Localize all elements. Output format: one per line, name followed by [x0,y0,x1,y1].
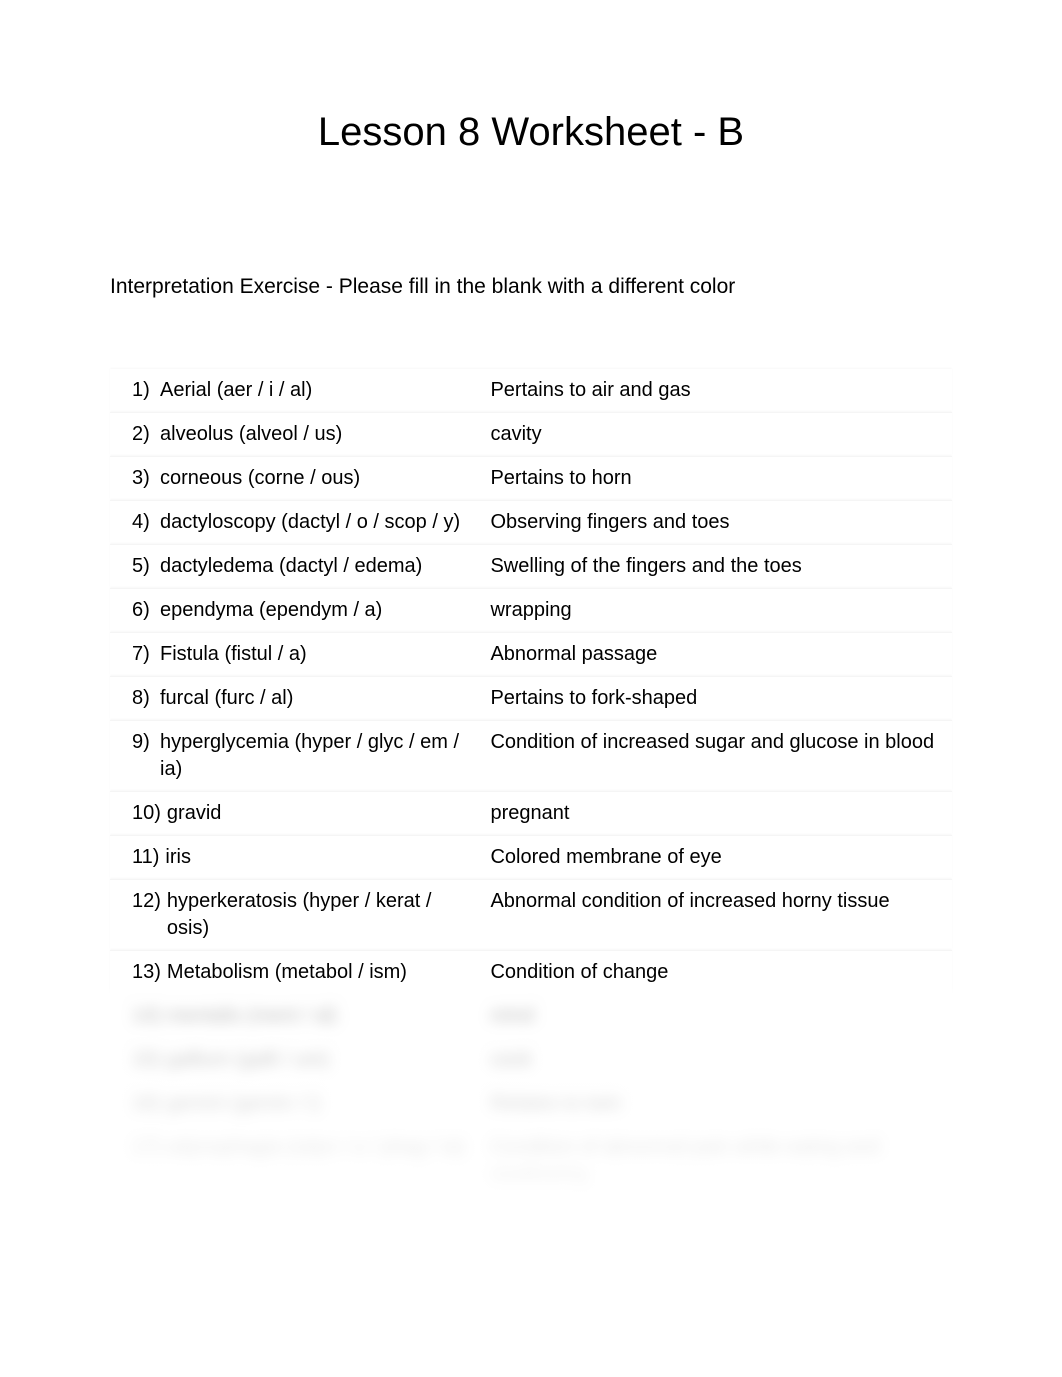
definition-cell: Condition of change [480,951,952,994]
table-row: 17)odynophagia (odyn / o / phag / ia)Con… [110,1126,952,1197]
table-row: 6)ependyma (ependym / a)wrapping [110,588,952,632]
definition-cell: wrapping [480,589,952,632]
table-row: 4)dactyloscopy (dactyl / o / scop / y)Ob… [110,500,952,544]
term-cell: 9)hyperglycemia (hyper / glyc / em / ia) [110,721,480,791]
term-text: gallium (galli / um) [167,1047,329,1074]
term-text: dactyloscopy (dactyl / o / scop / y) [160,509,460,536]
term-cell: 3)corneous (corne / ous) [110,457,480,500]
table-row: 13)Metabolism (metabol / ism)Condition o… [110,950,952,994]
table-row: 1)Aerial (aer / i / al)Pertains to air a… [110,369,952,412]
table-row: 5)dactyledema (dactyl / edema)Swelling o… [110,544,952,588]
table-row: 7)Fistula (fistul / a)Abnormal passage [110,632,952,676]
term-text: hyperkeratosis (hyper / kerat / osis) [167,888,471,942]
term-text: iris [165,844,191,871]
definition-cell: cock [480,1039,952,1082]
term-cell: 15)gallium (galli / um) [110,1039,480,1082]
definition-cell: pregnant [480,792,952,835]
term-cell: 11)iris [110,836,480,879]
blurred-preview-rows: 14)mentalis (ment / al)mind15)gallium (g… [110,994,952,1197]
table-row: 8)furcal (furc / al)Pertains to fork-sha… [110,676,952,720]
row-number: 13) [132,959,167,986]
term-cell: 17)odynophagia (odyn / o / phag / ia) [110,1127,480,1197]
row-number: 5) [132,553,160,580]
table-row: 12)hyperkeratosis (hyper / kerat / osis)… [110,879,952,950]
exercise-table: 1)Aerial (aer / i / al)Pertains to air a… [110,369,952,1197]
term-cell: 1)Aerial (aer / i / al) [110,369,480,412]
definition-cell: Pertains to air and gas [480,369,952,412]
row-number: 10) [132,800,167,827]
visible-rows: 1)Aerial (aer / i / al)Pertains to air a… [110,369,952,994]
instruction-text: Interpretation Exercise - Please fill in… [110,275,952,299]
term-cell: 8)furcal (furc / al) [110,677,480,720]
row-number: 16) [132,1091,167,1118]
row-number: 8) [132,685,160,712]
definition-cell: cavity [480,413,952,456]
table-row: 9)hyperglycemia (hyper / glyc / em / ia)… [110,720,952,791]
worksheet-page: Lesson 8 Worksheet - B Interpretation Ex… [0,0,1062,1197]
term-cell: 13)Metabolism (metabol / ism) [110,951,480,994]
term-cell: 6)ependyma (ependym / a) [110,589,480,632]
row-number: 9) [132,729,160,783]
term-cell: 10)gravid [110,792,480,835]
table-row: 11)irisColored membrane of eye [110,835,952,879]
definition-cell: Observing fingers and toes [480,501,952,544]
term-text: gravid [167,800,221,827]
definition-cell: Relates to twin [480,1083,952,1126]
term-text: alveolus (alveol / us) [160,421,342,448]
table-row: 16)gemini (gemin / i)Relates to twin [110,1082,952,1126]
table-row: 2)alveolus (alveol / us)cavity [110,412,952,456]
term-cell: 7)Fistula (fistul / a) [110,633,480,676]
page-title: Lesson 8 Worksheet - B [110,110,952,155]
row-number: 1) [132,377,160,404]
term-text: corneous (corne / ous) [160,465,360,492]
definition-cell: Abnormal condition of increased horny ti… [480,880,952,950]
table-row: 3)corneous (corne / ous)Pertains to horn [110,456,952,500]
row-number: 6) [132,597,160,624]
term-cell: 2)alveolus (alveol / us) [110,413,480,456]
row-number: 11) [132,844,165,871]
row-number: 15) [132,1047,167,1074]
definition-cell: Pertains to fork-shaped [480,677,952,720]
table-row: 10)gravidpregnant [110,791,952,835]
term-text: Aerial (aer / i / al) [160,377,312,404]
term-text: Fistula (fistul / a) [160,641,307,668]
term-cell: 16)gemini (gemin / i) [110,1083,480,1126]
definition-cell: Pertains to horn [480,457,952,500]
row-number: 17) [132,1135,167,1162]
definition-cell: Colored membrane of eye [480,836,952,879]
definition-cell: Condition of abnormal pain while eating … [480,1127,952,1197]
term-text: furcal (furc / al) [160,685,293,712]
definition-cell: Swelling of the fingers and the toes [480,545,952,588]
table-row: 14)mentalis (ment / al)mind [110,994,952,1038]
term-text: mentalis (ment / al) [167,1003,337,1030]
term-text: ependyma (ependym / a) [160,597,382,624]
row-number: 7) [132,641,160,668]
term-text: hyperglycemia (hyper / glyc / em / ia) [160,729,470,783]
term-text: Metabolism (metabol / ism) [167,959,407,986]
definition-cell: Abnormal passage [480,633,952,676]
term-text: dactyledema (dactyl / edema) [160,553,422,580]
term-cell: 4)dactyloscopy (dactyl / o / scop / y) [110,501,480,544]
definition-cell: mind [480,995,952,1038]
term-cell: 5)dactyledema (dactyl / edema) [110,545,480,588]
row-number: 3) [132,465,160,492]
term-text: odynophagia (odyn / o / phag / ia) [167,1135,465,1162]
term-text: gemini (gemin / i) [167,1091,320,1118]
row-number: 4) [132,509,160,536]
row-number: 12) [132,888,167,942]
term-cell: 12)hyperkeratosis (hyper / kerat / osis) [110,880,480,950]
row-number: 2) [132,421,160,448]
definition-cell: Condition of increased sugar and glucose… [480,721,952,791]
term-cell: 14)mentalis (ment / al) [110,995,480,1038]
table-row: 15)gallium (galli / um)cock [110,1038,952,1082]
row-number: 14) [132,1003,167,1030]
